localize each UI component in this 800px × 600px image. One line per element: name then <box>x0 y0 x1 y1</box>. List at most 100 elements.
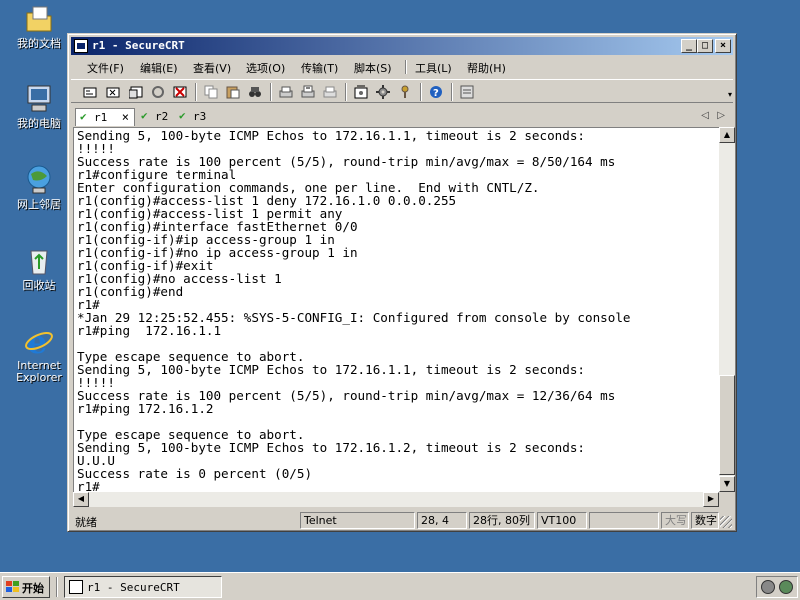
taskbar-securecrt-button[interactable]: r1 - SecureCRT <box>64 576 222 598</box>
toolbar-separator <box>270 83 272 101</box>
windows-logo-icon <box>6 581 19 592</box>
menu-view[interactable]: 查看(V) <box>193 60 231 76</box>
desktop-icon-recycle-bin[interactable]: 回收站 <box>6 245 72 292</box>
connect-tab-icon <box>129 86 143 99</box>
paste-button[interactable] <box>224 83 242 101</box>
toolbar-separator <box>420 83 422 101</box>
terminal-line: Sending 5, 100-byte ICMP Echos to 172.16… <box>77 128 585 143</box>
global-options-button[interactable] <box>374 83 392 101</box>
menu-tools[interactable]: 工具(L) <box>415 60 452 76</box>
menu-file[interactable]: 文件(F) <box>87 60 124 76</box>
tab-label: r2 <box>155 110 169 123</box>
vertical-scrollbar[interactable]: ▲ ▼ <box>719 127 735 492</box>
vertical-scroll-thumb[interactable] <box>719 375 735 475</box>
menu-edit[interactable]: 编辑(E) <box>140 60 178 76</box>
copy-button[interactable] <box>202 83 220 101</box>
desktop-icon-my-computer[interactable]: 我的电脑 <box>6 83 72 130</box>
network-places-icon <box>23 164 55 196</box>
toolbar-chevron-icon[interactable]: ▾ <box>728 90 732 99</box>
maximize-button[interactable]: □ <box>697 39 713 53</box>
scroll-right-arrow-icon[interactable]: ▶ <box>703 492 719 507</box>
my-documents-icon <box>23 3 55 35</box>
log-button[interactable] <box>458 83 476 101</box>
system-tray <box>756 576 798 598</box>
scroll-down-arrow-icon[interactable]: ▼ <box>719 476 735 492</box>
binoculars-icon <box>249 87 261 97</box>
connect-tab-button[interactable] <box>127 83 145 101</box>
start-button[interactable]: 开始 <box>2 576 50 598</box>
close-tab-icon[interactable]: × <box>122 110 129 124</box>
disconnect-button[interactable] <box>171 83 189 101</box>
copy-icon <box>204 85 218 99</box>
connected-check-icon: ✔ <box>141 109 148 122</box>
session-tabs: ✔ r1 × ✔ r2 ✔ r3 ◁ ▷ <box>71 106 733 126</box>
desktop-icon-label: 回收站 <box>22 279 56 292</box>
scroll-up-arrow-icon[interactable]: ▲ <box>719 127 735 143</box>
scroll-left-arrow-icon[interactable]: ◀ <box>73 492 89 507</box>
svg-text:e: e <box>27 325 47 357</box>
terminal-line: r1#ping 172.16.1.1 <box>77 323 222 338</box>
securecrt-window: r1 - SecureCRT _ □ × 文件(F) 编辑(E) 查看(V) 选… <box>67 33 737 532</box>
desktop-icon-label: 我的电脑 <box>17 117 61 130</box>
print-selection-icon <box>301 85 315 98</box>
tab-scroll-right-icon[interactable]: ▷ <box>717 110 725 121</box>
reconnect-button[interactable] <box>149 83 167 101</box>
keymap-button[interactable] <box>396 83 414 101</box>
status-blank <box>589 512 659 529</box>
desktop-icon-label: Explorer <box>16 371 62 384</box>
toolbar-separator <box>195 83 197 101</box>
printer-button[interactable] <box>321 83 339 101</box>
session-options-button[interactable] <box>352 83 370 101</box>
tab-scroll-left-icon[interactable]: ◁ <box>701 110 709 121</box>
status-protocol: Telnet <box>300 512 415 529</box>
window-title: r1 - SecureCRT <box>92 39 185 52</box>
status-ready: 就绪 <box>75 516 97 529</box>
menu-transfer[interactable]: 传输(T) <box>301 60 338 76</box>
status-size: 28行, 80列 <box>469 512 535 529</box>
key-icon <box>401 85 409 98</box>
securecrt-app-icon[interactable] <box>74 39 88 53</box>
terminal-output[interactable]: Sending 5, 100-byte ICMP Echos to 172.16… <box>73 127 719 492</box>
desktop-icon-my-documents[interactable]: 我的文档 <box>6 3 72 50</box>
horizontal-scrollbar[interactable]: ◀ ▶ <box>73 492 719 507</box>
tab-r3[interactable]: ✔ r3 <box>175 108 213 126</box>
menu-script[interactable]: 脚本(S) <box>354 60 392 76</box>
tab-r1[interactable]: ✔ r1 × <box>75 108 135 126</box>
connect-button[interactable] <box>81 83 99 101</box>
desktop-icon-network-places[interactable]: 网上邻居 <box>6 164 72 211</box>
toolbar-separator <box>345 83 347 101</box>
tab-label: r3 <box>193 110 207 123</box>
terminal-line: r1# <box>77 479 100 492</box>
resize-grip-icon[interactable] <box>720 516 732 528</box>
help-icon: ? <box>430 86 442 99</box>
status-emulation: VT100 <box>537 512 587 529</box>
svg-text:?: ? <box>433 88 439 99</box>
title-bar[interactable]: r1 - SecureCRT _ □ × <box>71 37 733 55</box>
printer-icon <box>323 86 337 98</box>
menu-help[interactable]: 帮助(H) <box>467 60 506 76</box>
toolbar: ? ▾ <box>71 79 733 103</box>
print-selection-button[interactable] <box>299 83 317 101</box>
print-icon <box>279 86 293 98</box>
desktop-icon-internet-explorer[interactable]: e Internet Explorer <box>6 323 72 384</box>
help-button[interactable]: ? <box>427 83 445 101</box>
close-button[interactable]: × <box>715 39 731 53</box>
network-tray-icon[interactable] <box>761 580 775 594</box>
menu-bar: 文件(F) 编辑(E) 查看(V) 选项(O) 传输(T) 脚本(S) 工具(L… <box>71 57 733 77</box>
quick-connect-button[interactable] <box>104 83 122 101</box>
quick-connect-icon <box>106 87 120 98</box>
find-button[interactable] <box>246 83 264 101</box>
connected-check-icon: ✔ <box>179 109 186 122</box>
start-label: 开始 <box>22 582 44 595</box>
minimize-button[interactable]: _ <box>681 39 697 53</box>
connected-check-icon: ✔ <box>80 110 87 123</box>
menu-separator <box>405 60 407 74</box>
menu-options[interactable]: 选项(O) <box>246 60 285 76</box>
terminal-line: Sending 5, 100-byte ICMP Echos to 172.16… <box>77 440 585 455</box>
print-button[interactable] <box>277 83 295 101</box>
terminal-line: Success rate is 0 percent (0/5) <box>77 466 313 481</box>
desktop-icon-label: 网上邻居 <box>17 198 61 211</box>
tab-r2[interactable]: ✔ r2 <box>137 108 175 126</box>
volume-tray-icon[interactable] <box>779 580 793 594</box>
status-caps: 大写 <box>661 512 689 529</box>
